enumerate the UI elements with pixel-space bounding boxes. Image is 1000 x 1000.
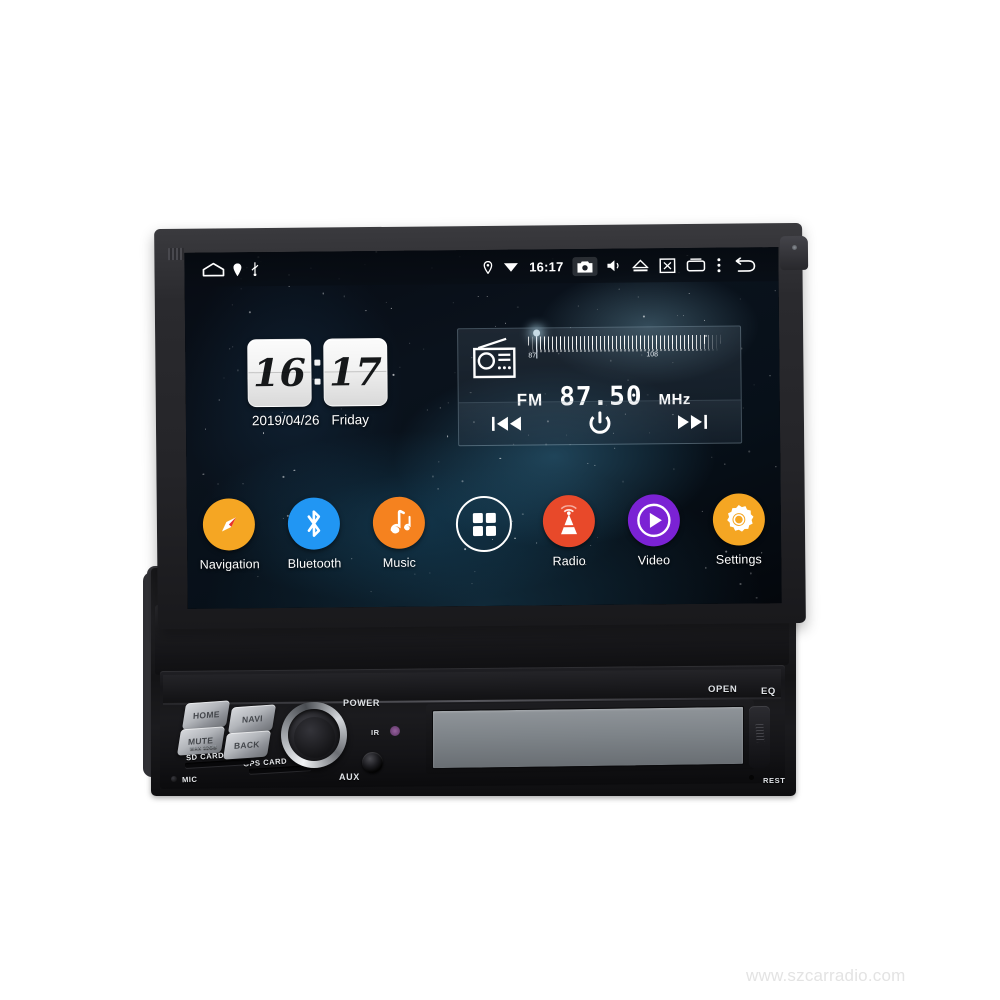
app-bluetooth[interactable]: Bluetooth [272,497,358,571]
tuner-ticks-major [528,334,721,346]
back-hardware-button-label: BACK [233,739,261,751]
app-settings-label: Settings [715,552,762,567]
video-icon-circle[interactable] [627,494,680,547]
front-lcd-panel [432,705,744,770]
overflow-menu-icon[interactable] [716,257,721,272]
app-video-label: Video [637,553,671,568]
home-icon[interactable] [202,262,225,277]
app-radio-label: Radio [552,554,586,569]
clock-colon [311,339,324,405]
tuner-scale-labels: 87 108 [528,351,720,364]
back-hardware-button[interactable]: BACK [222,730,272,760]
compass-icon [213,508,245,540]
app-drawer-icon[interactable] [455,495,513,553]
play-icon [635,502,671,538]
status-bar-clock: 16:17 [529,258,564,275]
aux-label: AUX [339,772,360,782]
radio-device-icon [468,337,518,379]
radio-widget-top: 87 108 [458,327,740,380]
open-button[interactable]: OPEN [708,684,737,695]
bluetooth-icon-circle[interactable] [287,497,341,550]
clock-hours-card: 16 [247,338,312,408]
app-music[interactable]: Music [356,496,442,570]
wifi-icon [503,261,518,273]
home-hardware-button[interactable]: HOME [181,700,231,730]
clock-widget[interactable]: 16 17 2019/04/26 Friday [247,337,408,429]
reset-pinhole[interactable] [749,775,754,780]
status-bar-left-group [184,262,259,277]
gps-pin-icon [483,260,493,274]
camera-icon[interactable] [572,256,598,276]
clock-hours: 16 [252,349,307,396]
watermark: www.szcarradio.com [746,966,906,985]
android-status-bar: 16:17 [184,247,779,287]
bluetooth-icon [304,509,324,539]
app-bluetooth-label: Bluetooth [287,556,342,571]
microphone-hole [171,776,177,782]
clock-date: 2019/04/26 [251,412,320,429]
app-dock: Navigation Bluetooth Music Radio Video S… [187,493,782,572]
tuner-scale-max: 108 [646,351,659,359]
volume-icon[interactable] [606,259,621,273]
radio-widget[interactable]: 87 108 FM 87.50 MHz [457,325,743,447]
power-knob-face[interactable] [294,717,335,758]
app-drawer[interactable] [441,495,527,570]
clock-minutes: 17 [328,348,383,395]
radio-tower-icon [554,504,584,537]
app-navigation-label: Navigation [199,557,260,572]
navi-hardware-button[interactable]: NAVI [227,704,277,734]
gear-icon [721,502,755,536]
ir-label: IR [371,728,380,737]
app-video[interactable]: Video [611,494,697,568]
app-radio[interactable]: Radio [526,494,612,569]
app-drawer-grid [472,512,496,536]
eq-button[interactable]: EQ [761,686,776,697]
flip-clock: 16 17 [247,337,408,408]
recent-apps-icon[interactable] [686,258,706,272]
aux-jack[interactable] [362,752,383,773]
previous-station-button[interactable] [491,416,522,432]
navigation-icon-circle[interactable] [203,498,256,551]
radio-icon-circle[interactable] [542,494,596,548]
app-settings[interactable]: Settings [696,493,782,567]
clock-weekday: Friday [331,412,370,428]
music-icon-circle[interactable] [372,496,426,550]
ir-receiver-led [390,726,400,736]
tuner-scale-min: 87 [528,352,537,360]
status-bar-right-group: 16:17 [483,255,778,277]
eject-icon[interactable] [631,258,650,272]
product-photo: OPEN EQ HOME NAVI MUTE BACK MAX 32GB SD … [0,0,1000,1000]
back-icon[interactable] [732,256,756,272]
screen-tab-screw [792,245,797,250]
radio-tuner-scale: 87 108 [528,334,721,364]
app-music-label: Music [382,555,417,570]
app-navigation[interactable]: Navigation [187,498,273,572]
navi-hardware-button-label: NAVI [241,713,263,725]
location-pin-icon [233,262,242,276]
next-station-button[interactable] [677,414,708,430]
screen-right-tab [779,235,809,271]
clock-subline: 2019/04/26 Friday [248,412,408,429]
reset-label: REST [763,776,786,785]
close-box-icon[interactable] [659,257,676,273]
music-note-icon [384,508,414,538]
eject-grip-lines [755,723,765,743]
clock-minutes-card: 17 [323,337,388,407]
screen-left-grip [167,247,185,261]
settings-icon-circle[interactable] [712,493,765,546]
mic-label: MIC [181,774,198,785]
touchscreen-display[interactable]: 16:17 16 17 2019/04/26 Friday 87 108 FM … [184,247,782,609]
radio-widget-controls [458,399,742,446]
usb-icon [250,262,259,277]
home-hardware-button-label: HOME [192,709,220,721]
power-knob-label: POWER [343,698,381,708]
radio-power-button[interactable] [588,411,612,435]
